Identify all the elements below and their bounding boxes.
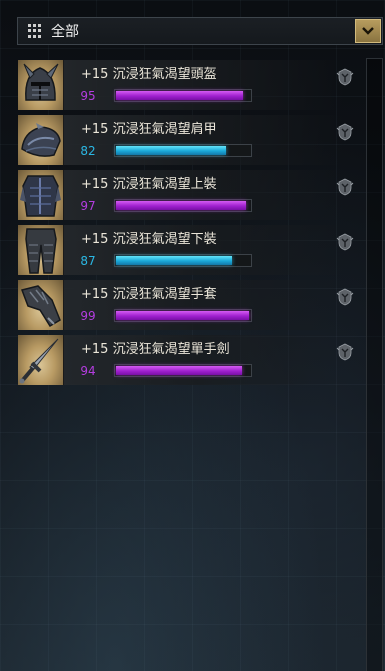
dropdown-toggle-button[interactable] xyxy=(355,19,381,43)
crest-emblem-icon[interactable] xyxy=(336,288,354,306)
quality-bar xyxy=(114,254,252,267)
chest-armor-icon xyxy=(18,170,64,220)
list-item[interactable]: +15 沉浸狂氣渴望下裝 87 xyxy=(18,225,354,275)
quality-bar xyxy=(114,144,252,157)
list-scrollbar[interactable] xyxy=(366,58,383,671)
chevron-down-icon xyxy=(362,27,374,35)
helmet-icon xyxy=(18,60,64,110)
item-name: +15 沉浸狂氣渴望肩甲 xyxy=(81,122,217,137)
leg-armor-icon xyxy=(18,225,64,275)
quality-bar-fill xyxy=(116,201,246,210)
item-score: 82 xyxy=(80,144,96,158)
item-name: +15 沉浸狂氣渴望下裝 xyxy=(81,232,217,247)
list-item[interactable]: +15 沉浸狂氣渴望單手劍 94 xyxy=(18,335,354,385)
item-name: +15 沉浸狂氣渴望單手劍 xyxy=(81,342,230,357)
pauldron-icon xyxy=(18,115,64,165)
crest-emblem-icon[interactable] xyxy=(336,68,354,86)
gloves-icon xyxy=(18,280,64,330)
crest-emblem-icon[interactable] xyxy=(336,178,354,196)
item-score: 95 xyxy=(80,89,96,103)
item-score: 99 xyxy=(80,309,96,323)
quality-bar-fill xyxy=(116,91,244,100)
list-item[interactable]: +15 沉浸狂氣渴望上裝 97 xyxy=(18,170,354,220)
sword-icon xyxy=(18,335,64,385)
list-item[interactable]: +15 沉浸狂氣渴望肩甲 82 xyxy=(18,115,354,165)
item-name: +15 沉浸狂氣渴望上裝 xyxy=(81,177,217,192)
item-score: 94 xyxy=(80,364,96,378)
list-item[interactable]: +15 沉浸狂氣渴望頭盔 95 xyxy=(18,60,354,110)
quality-bar-fill xyxy=(116,366,242,375)
quality-bar xyxy=(114,364,252,377)
item-name: +15 沉浸狂氣渴望頭盔 xyxy=(81,67,217,82)
filter-label: 全部 xyxy=(51,24,79,40)
item-score: 87 xyxy=(80,254,96,268)
crest-emblem-icon[interactable] xyxy=(336,343,354,361)
quality-bar-fill xyxy=(116,256,233,265)
item-name: +15 沉浸狂氣渴望手套 xyxy=(81,287,217,302)
category-filter-dropdown[interactable]: 全部 xyxy=(17,17,383,45)
quality-bar xyxy=(114,89,252,102)
quality-bar-fill xyxy=(116,311,249,320)
grid-menu-icon xyxy=(28,24,42,38)
crest-emblem-icon[interactable] xyxy=(336,233,354,251)
quality-bar-fill xyxy=(116,146,226,155)
quality-bar xyxy=(114,309,252,322)
item-score: 97 xyxy=(80,199,96,213)
crest-emblem-icon[interactable] xyxy=(336,123,354,141)
list-item[interactable]: +15 沉浸狂氣渴望手套 99 xyxy=(18,280,354,330)
quality-bar xyxy=(114,199,252,212)
